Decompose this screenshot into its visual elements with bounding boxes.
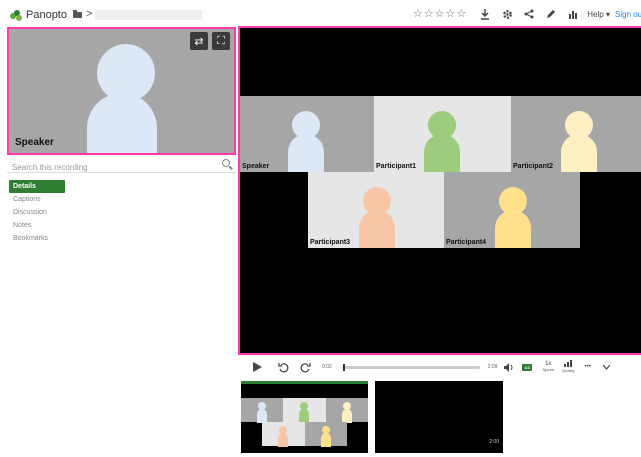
participant-tile: Participant3 (308, 172, 444, 248)
mini-tile (283, 398, 326, 423)
mini-tile (262, 422, 305, 447)
quality-button[interactable]: Quality (562, 360, 575, 374)
edit-icon[interactable] (544, 7, 558, 21)
participant-name: Participant1 (376, 163, 417, 170)
side-tabs: Details Captions Discussion Notes Bookma… (9, 180, 65, 245)
more-options-button[interactable]: ••• (585, 364, 591, 370)
captions-button[interactable]: CC (522, 363, 533, 371)
thumbnail-1[interactable] (241, 381, 368, 453)
participant-name: Participant2 (513, 163, 554, 170)
tab-bookmarks[interactable]: Bookmarks (9, 232, 65, 245)
breadcrumb-separator: > (86, 8, 93, 20)
tab-discussion[interactable]: Discussion (9, 206, 65, 219)
breadcrumb-folder-name[interactable] (95, 10, 202, 20)
participant-tile: Speaker (240, 96, 374, 172)
download-icon[interactable] (478, 7, 492, 21)
brand-name: Panopto (26, 9, 67, 21)
help-menu[interactable]: Help ▾ (587, 10, 610, 19)
fullscreen-button[interactable]: ⛶ (212, 32, 230, 50)
participant-avatar-body (561, 134, 597, 172)
sign-out-link[interactable]: Sign out (615, 10, 641, 19)
speaker-avatar-body (87, 93, 157, 153)
mini-avatar-body (278, 433, 288, 447)
participant-avatar-body (359, 210, 395, 248)
header-actions: ☆ ☆ ☆ ☆ ☆ Help ▾ Sign out (413, 6, 641, 22)
panopto-logo-icon (10, 9, 23, 21)
tab-notes[interactable]: Notes (9, 219, 65, 232)
participant-avatar-body (424, 134, 460, 172)
tab-captions[interactable]: Captions (9, 193, 65, 206)
player-controls: 0:02 2:09 CC 1x Speed Quality ••• (240, 356, 641, 378)
star-icon[interactable]: ☆ (413, 8, 423, 20)
mini-avatar-body (299, 409, 309, 423)
stats-icon[interactable] (566, 7, 580, 21)
folder-icon[interactable] (73, 10, 82, 18)
main-video-stage[interactable]: Speaker Participant1 Participant2 Partic… (238, 26, 641, 355)
top-bar: Panopto > ☆ ☆ ☆ ☆ ☆ Help ▾ Sign out (0, 0, 641, 26)
play-button[interactable] (250, 362, 264, 372)
star-icon[interactable]: ☆ (456, 8, 466, 20)
swap-videos-button[interactable]: ⇄ (190, 32, 208, 50)
participant-avatar-body (495, 210, 531, 248)
participant-tile: Participant2 (511, 96, 641, 172)
quality-label: Quality (562, 368, 575, 373)
panopto-logo[interactable]: Panopto (10, 9, 67, 21)
thumbnail-2[interactable]: 2:00 (375, 381, 503, 453)
rewind-icon[interactable] (276, 362, 290, 373)
mini-avatar-body (257, 409, 267, 423)
rating-stars[interactable]: ☆ ☆ ☆ ☆ ☆ (413, 8, 466, 20)
volume-icon[interactable] (503, 362, 515, 372)
star-icon[interactable]: ☆ (435, 8, 445, 20)
participant-name: Speaker (242, 163, 270, 170)
mini-avatar-body (342, 409, 352, 423)
playhead[interactable] (343, 363, 346, 371)
mini-avatar-body (321, 433, 331, 447)
thumbnail-time: 2:00 (489, 439, 499, 445)
speed-button[interactable]: 1x Speed (542, 361, 554, 373)
mini-tile (326, 398, 368, 423)
search-input[interactable] (7, 160, 207, 175)
forward-icon[interactable] (298, 362, 312, 373)
search-icon[interactable] (222, 159, 230, 167)
speaker-label: Speaker (15, 137, 54, 148)
share-icon[interactable] (522, 7, 536, 21)
settings-icon[interactable] (500, 7, 514, 21)
participant-tile: Participant4 (444, 172, 580, 248)
mini-tile (305, 422, 347, 447)
duration: 2:09 (487, 364, 498, 370)
star-icon[interactable]: ☆ (424, 8, 434, 20)
participant-avatar-body (288, 134, 324, 172)
timeline-scrubber[interactable] (341, 363, 480, 371)
star-icon[interactable]: ☆ (446, 8, 456, 20)
tab-details[interactable]: Details (9, 180, 65, 193)
participant-name: Participant4 (446, 239, 487, 246)
chevron-down-icon[interactable] (603, 364, 611, 370)
participant-tile: Participant1 (374, 96, 511, 172)
speed-label: Speed (542, 367, 555, 373)
current-time: 0:02 (322, 364, 332, 370)
search-bar (7, 157, 236, 175)
participant-name: Participant3 (310, 239, 351, 246)
speaker-video-panel[interactable]: ⇄ ⛶ Speaker (7, 27, 236, 155)
mini-tile (241, 398, 283, 423)
